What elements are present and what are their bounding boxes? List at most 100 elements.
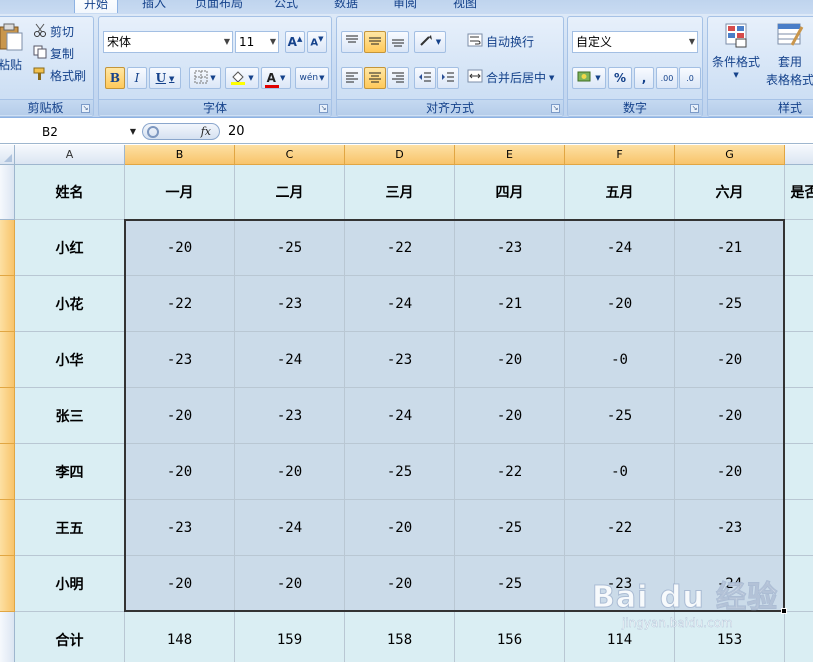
font-color-button[interactable]: A ▼	[261, 67, 291, 89]
table-cell[interactable]	[785, 444, 813, 500]
table-cell[interactable]: -25	[235, 220, 345, 276]
table-cell[interactable]: -24	[235, 500, 345, 556]
table-cell[interactable]: -23	[125, 332, 235, 388]
column-header[interactable]	[785, 145, 813, 165]
borders-button[interactable]: ▼	[189, 67, 221, 89]
table-cell[interactable]: -0	[565, 332, 675, 388]
table-cell[interactable]: -25	[455, 556, 565, 612]
table-cell[interactable]: 合计	[15, 612, 125, 662]
table-cell[interactable]: 三月	[345, 165, 455, 220]
font-size-select[interactable]: 11 ▼	[235, 31, 279, 53]
column-header[interactable]: G	[675, 145, 785, 165]
row-header[interactable]	[0, 444, 15, 500]
table-cell[interactable]: -20	[675, 388, 785, 444]
increase-indent-button[interactable]	[437, 67, 459, 89]
table-cell[interactable]: -23	[235, 276, 345, 332]
table-cell[interactable]: -20	[235, 444, 345, 500]
tab-data[interactable]: 数据	[324, 0, 368, 13]
conditional-format-button[interactable]: 条件格式 ▼	[712, 21, 760, 79]
formula-input[interactable]: 20	[228, 122, 245, 142]
table-cell[interactable]: -21	[675, 220, 785, 276]
copy-button[interactable]: 复制	[33, 45, 74, 62]
table-cell[interactable]	[785, 556, 813, 612]
paste-button[interactable]: 粘贴	[0, 21, 24, 73]
align-bottom-button[interactable]	[387, 31, 409, 53]
table-cell[interactable]: -20	[675, 444, 785, 500]
tab-formulas[interactable]: 公式	[264, 0, 308, 13]
phonetic-button[interactable]: wén ▼	[295, 67, 329, 89]
table-cell[interactable]: 五月	[565, 165, 675, 220]
merge-center-button[interactable]: 合并后居中 ▼	[467, 69, 554, 86]
table-cell[interactable]	[785, 220, 813, 276]
table-cell[interactable]	[785, 612, 813, 662]
percent-button[interactable]: %	[608, 67, 632, 89]
accounting-format-button[interactable]: ▼	[572, 67, 606, 89]
column-header[interactable]: A	[15, 145, 125, 165]
align-left-button[interactable]	[341, 67, 363, 89]
table-cell[interactable]: -23	[455, 220, 565, 276]
align-right-button[interactable]	[387, 67, 409, 89]
column-header[interactable]: F	[565, 145, 675, 165]
shrink-font-button[interactable]: A▼	[307, 31, 327, 53]
table-cell[interactable]: -25	[565, 388, 675, 444]
row-header[interactable]	[0, 276, 15, 332]
column-header[interactable]: E	[455, 145, 565, 165]
dialog-launcher-icon[interactable]: ↘	[690, 104, 699, 113]
comma-button[interactable]: ,	[634, 67, 654, 89]
table-cell[interactable]: -24	[565, 220, 675, 276]
table-cell[interactable]	[785, 276, 813, 332]
table-cell[interactable]: -24	[675, 556, 785, 612]
dialog-launcher-icon[interactable]: ↘	[551, 104, 560, 113]
format-painter-button[interactable]: 格式刷	[33, 67, 86, 84]
dialog-launcher-icon[interactable]: ↘	[319, 104, 328, 113]
column-header[interactable]: D	[345, 145, 455, 165]
table-cell[interactable]: -24	[345, 388, 455, 444]
table-cell[interactable]: -20	[455, 332, 565, 388]
table-cell[interactable]: 114	[565, 612, 675, 662]
table-cell[interactable]	[785, 388, 813, 444]
table-cell[interactable]: -20	[125, 388, 235, 444]
table-cell[interactable]: -24	[235, 332, 345, 388]
table-cell[interactable]: -23	[125, 500, 235, 556]
table-cell[interactable]: 李四	[15, 444, 125, 500]
table-cell[interactable]: -25	[345, 444, 455, 500]
tab-view[interactable]: 视图	[443, 0, 487, 13]
table-cell[interactable]: 158	[345, 612, 455, 662]
table-cell[interactable]: 二月	[235, 165, 345, 220]
bold-button[interactable]: B	[105, 67, 125, 89]
table-cell[interactable]: 一月	[125, 165, 235, 220]
align-top-button[interactable]	[341, 31, 363, 53]
table-cell[interactable]: -23	[565, 556, 675, 612]
table-cell[interactable]: -22	[455, 444, 565, 500]
underline-button[interactable]: U ▼	[149, 67, 181, 89]
table-cell[interactable]: 六月	[675, 165, 785, 220]
zoom-handle-icon[interactable]	[147, 126, 159, 138]
wrap-text-button[interactable]: 自动换行	[467, 33, 534, 50]
format-as-table-button[interactable]: 套用 表格格式	[766, 21, 813, 88]
table-cell[interactable]: -20	[345, 556, 455, 612]
row-header[interactable]	[0, 612, 15, 662]
table-cell[interactable]: 小明	[15, 556, 125, 612]
table-cell[interactable]: -25	[675, 276, 785, 332]
tab-insert[interactable]: 插入	[132, 0, 176, 13]
table-cell[interactable]: -20	[125, 220, 235, 276]
table-cell[interactable]: 小花	[15, 276, 125, 332]
table-cell[interactable]: 小华	[15, 332, 125, 388]
font-name-select[interactable]: 宋体 ▼	[103, 31, 233, 53]
table-cell[interactable]: 是否	[785, 165, 813, 220]
row-header[interactable]	[0, 332, 15, 388]
table-cell[interactable]: -22	[125, 276, 235, 332]
tab-review[interactable]: 审阅	[383, 0, 427, 13]
table-cell[interactable]: 159	[235, 612, 345, 662]
table-cell[interactable]: 153	[675, 612, 785, 662]
table-cell[interactable]: -24	[345, 276, 455, 332]
table-cell[interactable]: 156	[455, 612, 565, 662]
table-cell[interactable]: -20	[565, 276, 675, 332]
row-header[interactable]	[0, 388, 15, 444]
grow-font-button[interactable]: A▲	[285, 31, 305, 53]
select-all-button[interactable]	[0, 145, 15, 165]
align-middle-button[interactable]	[364, 31, 386, 53]
table-cell[interactable]: 张三	[15, 388, 125, 444]
table-cell[interactable]: -23	[345, 332, 455, 388]
tab-page-layout[interactable]: 页面布局	[186, 0, 252, 13]
